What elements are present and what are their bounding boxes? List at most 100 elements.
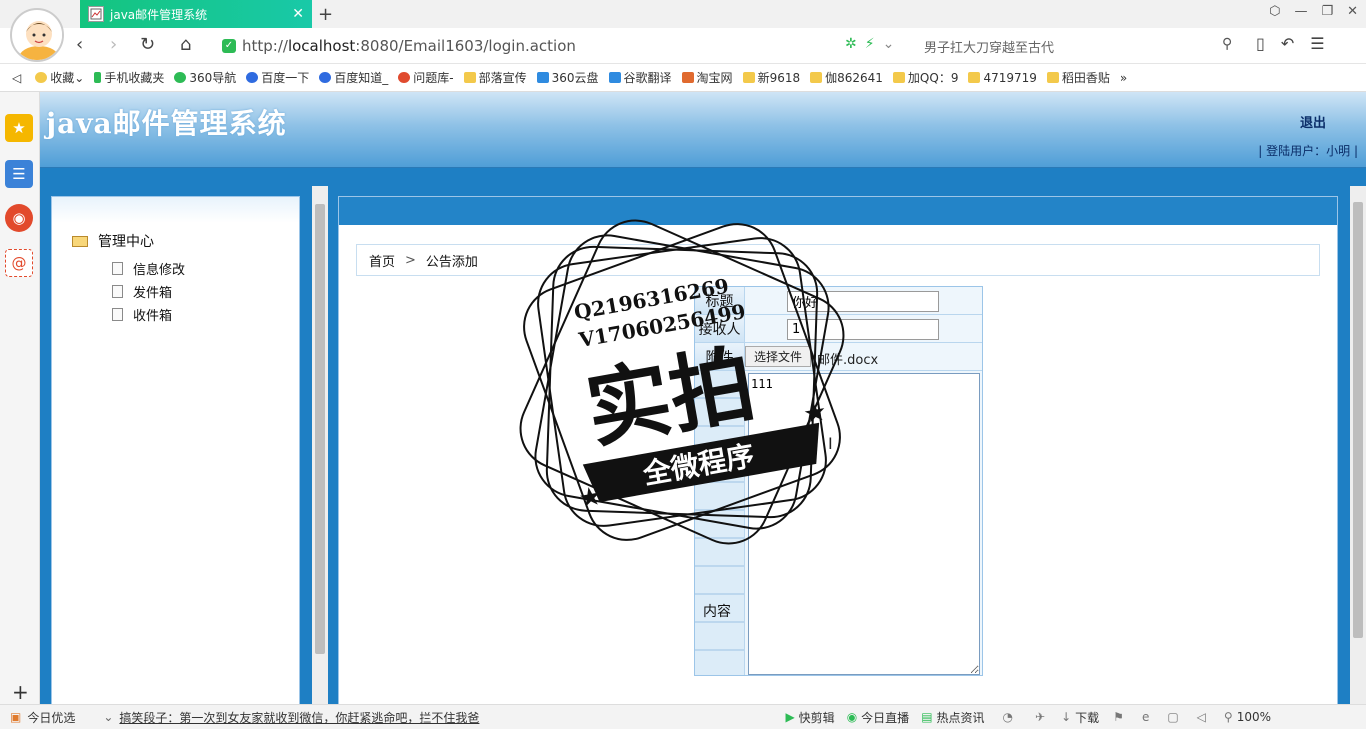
receiver-input[interactable] <box>787 319 939 340</box>
open-folder-icon <box>72 235 88 247</box>
scrollbar-thumb[interactable] <box>1353 202 1363 638</box>
sogou-icon <box>398 72 411 83</box>
translate-icon <box>608 72 621 83</box>
zoom-icon: ⚲ <box>1223 710 1233 724</box>
bookmark-item[interactable]: 手机收藏夹 <box>94 69 164 86</box>
back-icon[interactable]: ‹ <box>76 34 83 55</box>
browser-sidebar: ★ ☰ ◉ @ + <box>0 92 40 704</box>
menu-root-management[interactable]: 管理中心 <box>72 231 154 251</box>
minimize-icon[interactable]: — <box>1294 4 1307 19</box>
baidu-icon <box>319 72 332 83</box>
zoom-level[interactable]: 100% <box>1237 710 1271 724</box>
tab-title: java邮件管理系统 <box>110 7 208 22</box>
home-icon[interactable]: ⌂ <box>180 34 191 55</box>
hot-news-icon: ▤ <box>921 710 933 724</box>
menu-item-info-edit[interactable]: 信息修改 <box>112 259 185 278</box>
speed-icon[interactable]: ◔ <box>1003 710 1013 724</box>
bookmark-item[interactable]: 收藏 ⌄ <box>35 69 84 86</box>
bookmark-item[interactable]: 加QQ：9 <box>892 69 958 86</box>
bookmark-item[interactable]: 百度知道_ <box>319 69 388 86</box>
weibo-icon[interactable]: ◉ <box>5 204 33 232</box>
undo-icon[interactable]: ↶ <box>1281 34 1294 53</box>
bookmark-item[interactable]: 淘宝网 <box>681 69 733 86</box>
mobile-icon[interactable]: ▯ <box>1256 34 1265 53</box>
speed-mode-icon[interactable]: ✲ <box>845 36 857 52</box>
bookmarks-collapse-icon[interactable]: ◁ <box>12 71 21 85</box>
bookmark-item[interactable]: 部落宣传 <box>463 69 527 86</box>
hot-news-link[interactable]: 热点资讯 <box>937 709 985 726</box>
main-scrollbar[interactable] <box>1350 186 1366 704</box>
add-sidebar-icon[interactable]: + <box>12 680 29 704</box>
folder-icon <box>742 72 755 83</box>
bookmark-item[interactable]: 360云盘 <box>536 69 599 86</box>
restore-icon[interactable]: ❐ <box>1321 4 1333 19</box>
bookmarks-more-icon[interactable]: » <box>1120 71 1127 85</box>
attachment-label: 附件 <box>695 343 745 370</box>
tab-active[interactable]: java邮件管理系统 ✕ <box>80 0 312 28</box>
admin-sidebar: 管理中心 信息修改 发件箱 收件箱 <box>51 196 300 704</box>
volume-icon[interactable]: ◁ <box>1197 710 1206 724</box>
quick-edit-link[interactable]: 快剪辑 <box>799 709 835 726</box>
search-icon[interactable]: ⚲ <box>1222 36 1232 52</box>
close-window-icon[interactable]: ✕ <box>1347 4 1358 19</box>
lightning-icon[interactable]: ⚡ <box>865 36 875 52</box>
bookmark-item[interactable]: 新9618 <box>742 69 800 86</box>
bookmark-item[interactable]: 谷歌翻译 <box>608 69 672 86</box>
favorites-star-icon[interactable]: ★ <box>5 114 33 142</box>
news-ticker[interactable]: 搞笑段子：第一次到女友家就收到微信，你赶紧逃命吧，拦不住我爸 <box>119 709 479 726</box>
reading-list-icon[interactable]: ☰ <box>5 160 33 188</box>
menu-icon[interactable]: ☰ <box>1310 34 1324 53</box>
tab-close-icon[interactable]: ✕ <box>292 6 304 22</box>
scrollbar-thumb[interactable] <box>315 204 325 654</box>
subject-input[interactable] <box>787 291 939 312</box>
mail-icon[interactable]: @ <box>5 249 33 277</box>
document-icon <box>112 285 123 298</box>
live-link[interactable]: 今日直播 <box>861 709 909 726</box>
dropdown-chevron-icon[interactable]: ⌄ <box>883 36 895 52</box>
form-row-subject: 标题 <box>695 287 982 315</box>
forward-icon[interactable]: › <box>110 34 117 55</box>
search-input[interactable]: 男子扛大刀穿越至古代 <box>924 37 1224 56</box>
browser-status-bar: ▣ 今日优选 ⌄ 搞笑段子：第一次到女友家就收到微信，你赶紧逃命吧，拦不住我爸 … <box>0 704 1366 729</box>
new-tab-icon[interactable]: + <box>318 4 333 25</box>
browser-tab-bar: java邮件管理系统 ✕ + ⬡ — ❐ ✕ <box>0 0 1366 28</box>
document-icon <box>112 262 123 275</box>
taobao-icon <box>681 72 694 83</box>
chevron-down-icon[interactable]: ⌄ <box>103 710 113 724</box>
bookmark-item[interactable]: 伽862641 <box>810 69 883 86</box>
choose-file-button[interactable]: 选择文件 <box>745 346 811 367</box>
logout-link[interactable]: 退出 <box>1300 112 1326 131</box>
bookmark-item[interactable]: 百度一下 <box>246 69 309 86</box>
user-avatar[interactable] <box>10 8 64 62</box>
compose-form: 标题 接收人 附件 选择文件 邮件.docx 内容 111 <box>694 286 983 676</box>
menu-item-inbox[interactable]: 收件箱 <box>112 305 172 324</box>
folder-icon <box>463 72 476 83</box>
bookmarks-bar: ◁ 收藏 ⌄ 手机收藏夹 360导航 百度一下 百度知道_ 问题库- 部落宣传 … <box>0 64 1366 92</box>
skin-icon[interactable]: ⬡ <box>1269 4 1280 19</box>
refresh-icon[interactable]: ↻ <box>140 34 155 55</box>
bookmark-item[interactable]: 问题库- <box>398 69 454 86</box>
sidebar-scrollbar[interactable] <box>312 186 328 704</box>
pin-icon[interactable]: ✈ <box>1035 710 1045 724</box>
ie-icon[interactable]: e <box>1142 710 1149 724</box>
url-text: http://localhost:8080/Email1603/login.ac… <box>242 37 576 55</box>
url-field[interactable]: ✓ http://localhost:8080/Email1603/login.… <box>214 33 914 59</box>
live-icon: ◉ <box>846 710 858 724</box>
receiver-label: 接收人 <box>695 315 745 342</box>
bookmark-item[interactable]: 4719719 <box>968 71 1037 85</box>
window-icon[interactable]: ▢ <box>1167 710 1178 724</box>
site-header: java邮件管理系统 退出 | 登陆用户：小明 | <box>40 92 1366 168</box>
phone-icon <box>94 72 102 83</box>
360-icon <box>174 72 187 83</box>
breadcrumb-home[interactable]: 首页 <box>369 251 395 270</box>
site-title: java邮件管理系统 <box>46 107 287 140</box>
folder-icon <box>892 72 905 83</box>
flag-icon[interactable]: ⚑ <box>1113 710 1124 724</box>
today-picks[interactable]: 今日优选 <box>27 709 75 726</box>
menu-item-outbox[interactable]: 发件箱 <box>112 282 172 301</box>
bookmark-item[interactable]: 360导航 <box>174 69 236 86</box>
bookmark-item[interactable]: 稻田香贴 <box>1046 69 1110 86</box>
content-textarea[interactable]: 111 <box>748 373 980 675</box>
download-link[interactable]: 下载 <box>1075 709 1099 726</box>
menu-item-label: 发件箱 <box>133 286 173 301</box>
